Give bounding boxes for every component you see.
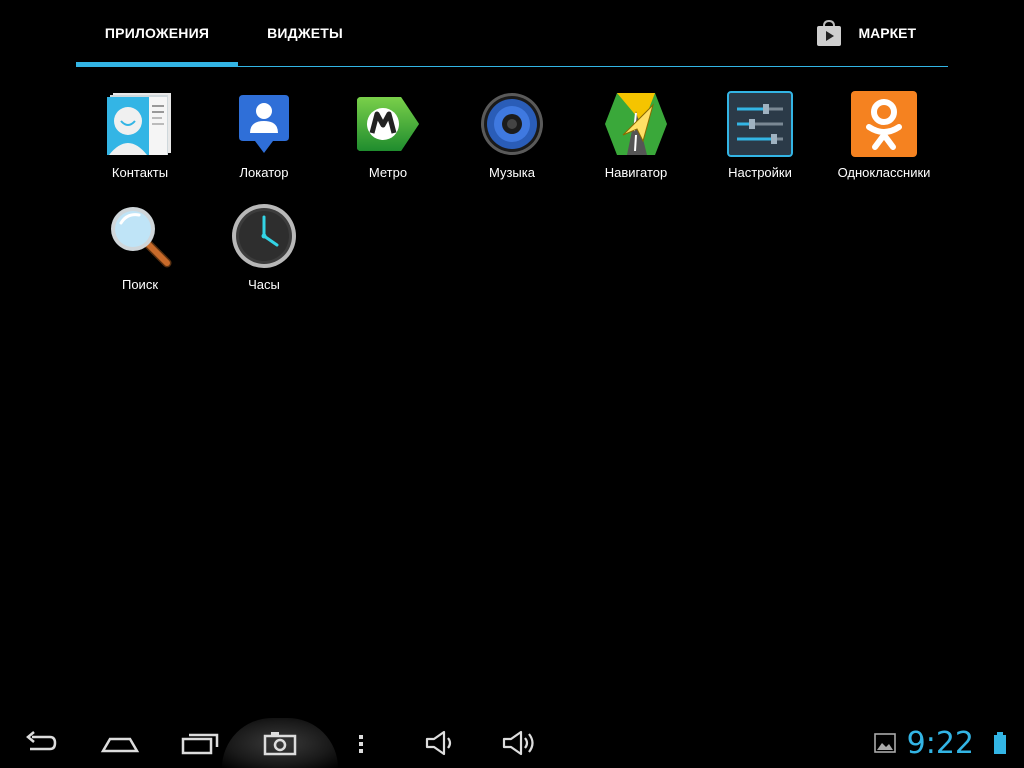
settings-sliders-icon — [727, 91, 793, 157]
app-label: Музыка — [489, 165, 535, 180]
magnifier-icon — [111, 207, 172, 268]
clock-icon — [232, 204, 296, 268]
app-label: Навигатор — [604, 165, 668, 180]
app-label: Поиск — [121, 277, 159, 292]
status-clock: 9:22 — [906, 726, 974, 761]
app-contacts[interactable]: Контакты — [78, 91, 202, 195]
odnoklassniki-icon — [851, 91, 917, 157]
home-button[interactable] — [94, 718, 146, 768]
music-speaker-icon — [481, 93, 543, 155]
app-label: Метро — [368, 165, 408, 180]
app-label: Одноклассники — [837, 165, 931, 180]
battery-indicator — [988, 718, 1012, 768]
tab-bar: ПРИЛОЖЕНИЯ ВИДЖЕТЫ МАРКЕТ — [76, 0, 948, 68]
locator-icon — [239, 95, 289, 153]
volume-down-button[interactable] — [416, 718, 464, 768]
market-bag-icon — [817, 19, 842, 46]
system-navbar — [0, 718, 1024, 768]
back-button[interactable] — [14, 718, 66, 768]
app-metro[interactable]: Метро — [326, 91, 450, 195]
app-label: Часы — [248, 277, 280, 292]
market-button[interactable]: МАРКЕТ — [814, 0, 948, 66]
back-arrow-icon — [26, 731, 57, 751]
volume-down-icon — [425, 730, 452, 756]
app-settings[interactable]: Настройки — [698, 91, 822, 195]
app-locator[interactable]: Локатор — [202, 91, 326, 195]
gallery-notification[interactable] — [870, 718, 900, 768]
app-search[interactable]: Поиск — [78, 203, 202, 307]
app-label: Настройки — [728, 165, 792, 180]
volume-up-icon — [502, 730, 534, 756]
picture-icon — [874, 733, 896, 753]
metro-icon — [357, 97, 419, 151]
tab-widgets[interactable]: ВИДЖЕТЫ — [238, 0, 372, 66]
tab-apps[interactable]: ПРИЛОЖЕНИЯ — [76, 0, 238, 66]
camera-icon — [263, 732, 297, 756]
app-navigator[interactable]: Навигатор — [574, 91, 698, 195]
app-odnoklassniki[interactable]: Одноклассники — [822, 91, 946, 195]
app-clock[interactable]: Часы — [202, 203, 326, 307]
volume-up-button[interactable] — [494, 718, 546, 768]
app-label: Контакты — [111, 165, 169, 180]
recent-apps-button[interactable] — [174, 718, 226, 768]
overflow-menu-icon — [359, 735, 363, 753]
recent-apps-icon — [181, 733, 219, 755]
contacts-icon — [107, 93, 171, 155]
home-icon — [100, 737, 140, 753]
navigator-icon — [605, 93, 667, 155]
battery-icon — [994, 732, 1006, 754]
tab-divider — [76, 66, 948, 67]
menu-button[interactable] — [346, 718, 376, 768]
app-label: Локатор — [239, 165, 289, 180]
screenshot-button[interactable] — [254, 718, 306, 768]
app-music[interactable]: Музыка — [450, 91, 574, 195]
market-label: МАРКЕТ — [858, 25, 916, 41]
